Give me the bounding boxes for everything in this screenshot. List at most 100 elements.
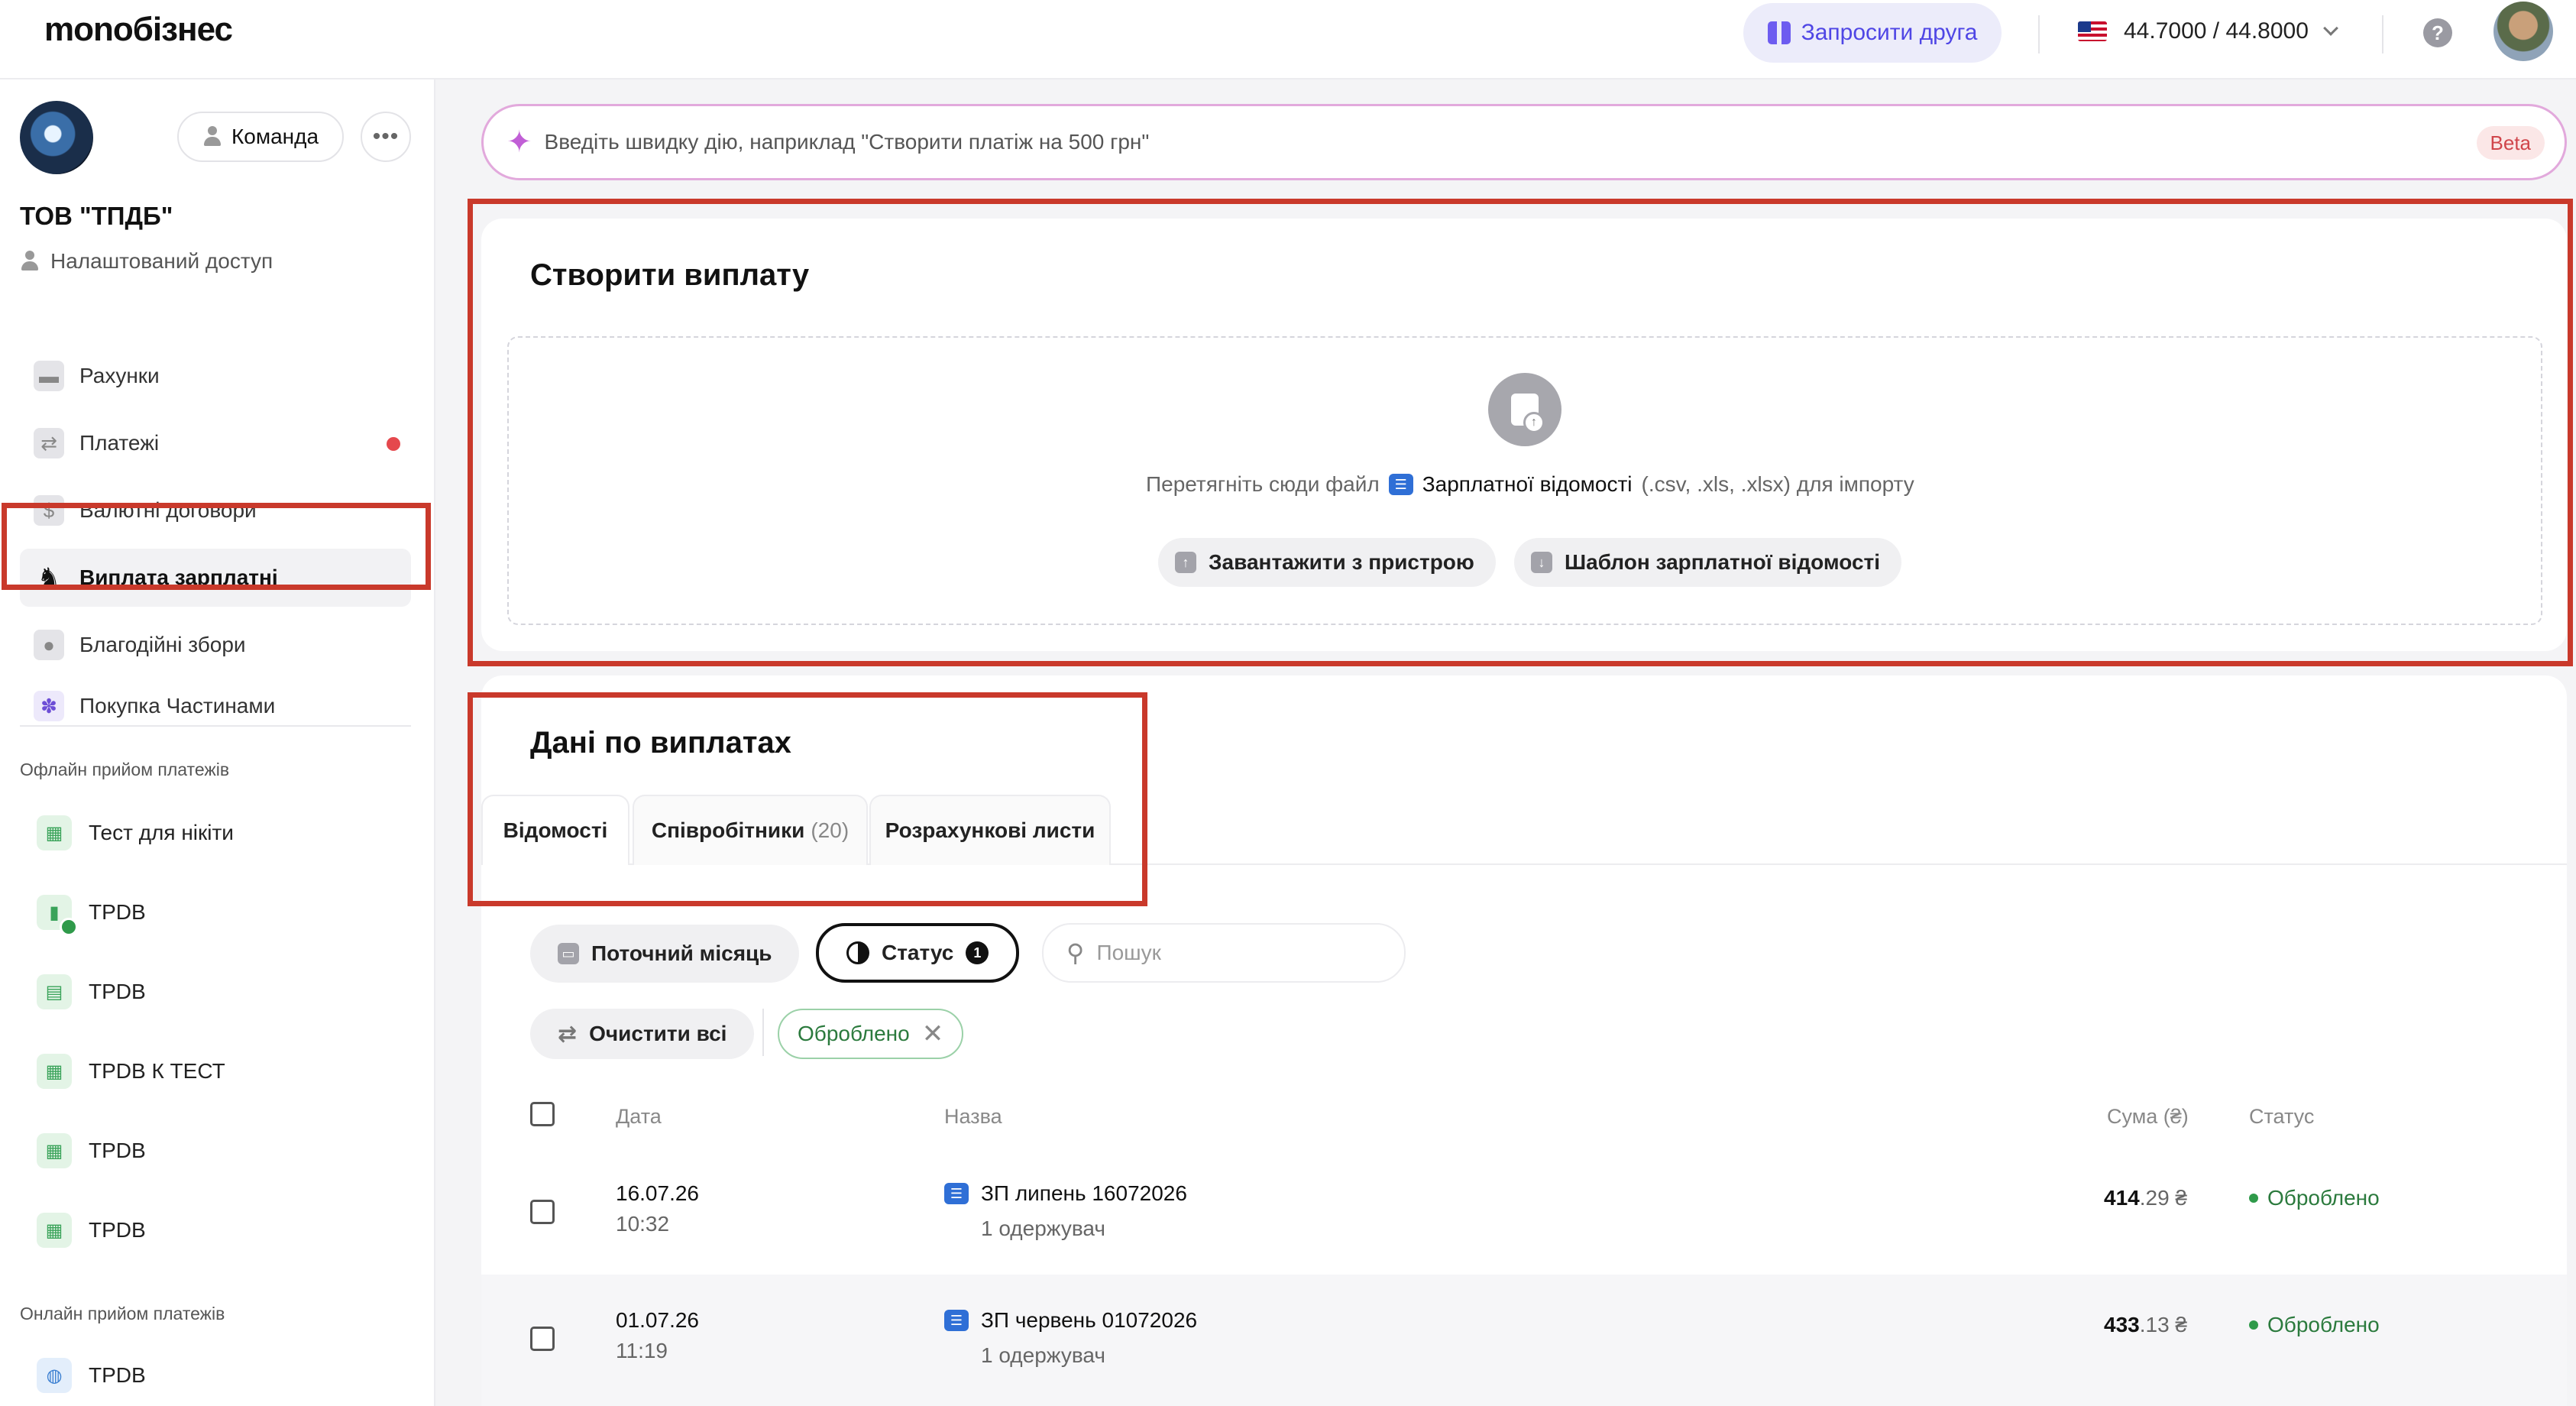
access-settings[interactable]: Налаштований доступ [20, 249, 273, 274]
clear-all-label: Очистити всі [589, 1022, 727, 1045]
divider [762, 1009, 764, 1056]
clear-all-button[interactable]: ⇄ Очистити всі [530, 1009, 755, 1059]
online-item[interactable]: ◍ TPDB [37, 1353, 146, 1398]
terminal-item[interactable]: ▤ TPDB [37, 969, 146, 1015]
sidebar-item-accounts[interactable]: ▬ Рахунки [20, 347, 411, 405]
status-label: Оброблено [2267, 1186, 2380, 1210]
us-flag-icon [2078, 21, 2107, 41]
app-logo[interactable]: monoбізнес [44, 11, 233, 49]
search-input[interactable]: ⚲ Пошук [1042, 923, 1406, 983]
user-avatar[interactable] [2493, 2, 2553, 61]
status-count-badge: 1 [966, 941, 989, 964]
sum-integer: 433 [2104, 1313, 2140, 1336]
terminal-item[interactable]: ▦ TPDB К ТЕСТ [37, 1048, 225, 1094]
sum-fraction: .13 ₴ [2139, 1313, 2187, 1336]
row-recipients: 1 одержувач [981, 1216, 1105, 1240]
org-avatar[interactable] [20, 101, 93, 174]
highlight-payout-data [468, 692, 1147, 906]
team-button[interactable]: Команда [177, 112, 344, 162]
terminal-label: TPDB [89, 900, 146, 924]
current-month-filter[interactable]: ▭ Поточний місяць [530, 925, 800, 983]
terminal-icon: ▮ [37, 895, 78, 936]
terminal-label: TPDB [89, 980, 146, 1003]
sidebar-item-payments[interactable]: ⇄ Платежі [20, 414, 411, 472]
sum-integer: 414 [2104, 1186, 2140, 1210]
row-name[interactable]: ЗП червень 01072026 [981, 1308, 1197, 1333]
chevron-down-icon [2322, 21, 2338, 36]
column-header-name[interactable]: Назва [944, 1105, 1002, 1129]
row-checkbox[interactable] [530, 1327, 555, 1351]
sparkle-icon: ✦ [506, 125, 532, 159]
status-label: Оброблено [2267, 1313, 2380, 1336]
quick-action-placeholder: Введіть швидку дію, наприклад "Створити … [544, 130, 1150, 154]
invite-friend-button[interactable]: Запросити друга [1743, 3, 2002, 63]
chip-label: Оброблено [798, 1022, 910, 1045]
row-time: 11:19 [616, 1339, 668, 1362]
status-dot-icon [2249, 1320, 2258, 1330]
close-icon[interactable]: ✕ [922, 1019, 944, 1049]
select-all-checkbox[interactable] [530, 1102, 555, 1126]
terminal-item[interactable]: ▮ TPDB [37, 889, 146, 936]
sidebar-item-label: Рахунки [79, 364, 160, 387]
column-header-date[interactable]: Дата [616, 1105, 662, 1129]
row-name[interactable]: ЗП липень 16072026 [981, 1181, 1187, 1206]
calendar-icon: ▭ [558, 943, 579, 964]
terminal-item[interactable]: ▦ TPDB [37, 1207, 146, 1253]
list-doc-icon: ☰ [944, 1183, 969, 1204]
row-date: 16.07.26 [616, 1181, 699, 1205]
wallet-icon: ▬ [34, 361, 64, 391]
charity-icon: ● [34, 630, 64, 660]
team-label: Команда [231, 125, 319, 148]
invite-friend-label: Запросити друга [1801, 20, 1978, 45]
sidebar: Команда ••• ТОВ "ТПДБ" Налаштований дост… [0, 79, 435, 1406]
divider [2382, 15, 2383, 53]
row-checkbox[interactable] [530, 1200, 555, 1224]
status-dot-icon [2249, 1194, 2258, 1203]
sidebar-item-label: Благодійні збори [79, 633, 246, 656]
globe-icon: ◍ [37, 1358, 72, 1393]
terminal-label: TPDB [89, 1218, 146, 1242]
search-icon: ⚲ [1066, 939, 1085, 967]
table-row-hover-bg [481, 1275, 2567, 1406]
month-label: Поточний місяць [591, 941, 772, 965]
row-sum: 433.13 ₴ [2104, 1313, 2187, 1337]
refresh-icon: ⇄ [558, 1021, 578, 1047]
qr-icon: ▦ [37, 815, 72, 850]
status-label: Статус [882, 941, 954, 964]
search-placeholder: Пошук [1096, 941, 1161, 964]
transfer-icon: ⇄ [34, 428, 64, 458]
terminal-item[interactable]: ▦ TPDB [37, 1128, 146, 1174]
offline-payments-label: Офлайн прийом платежів [20, 760, 230, 779]
column-header-status[interactable]: Статус [2249, 1105, 2314, 1129]
processed-filter-chip[interactable]: Оброблено ✕ [778, 1009, 964, 1059]
android-badge-icon [60, 918, 78, 936]
terminal-label: TPDB К ТЕСТ [89, 1059, 225, 1083]
notification-dot [387, 437, 400, 451]
row-status: Оброблено [2249, 1186, 2380, 1210]
top-bar: monoбізнес Запросити друга 44.7000 / 44.… [0, 0, 2576, 79]
quick-action-input[interactable]: ✦ Введіть швидку дію, наприклад "Створит… [481, 104, 2567, 180]
terminal-label: Тест для нікіти [89, 821, 234, 844]
qr-icon: ▦ [37, 1133, 72, 1168]
list-doc-icon: ☰ [944, 1310, 969, 1331]
help-icon[interactable]: ? [2423, 18, 2452, 47]
row-sum: 414.29 ₴ [2104, 1186, 2187, 1210]
online-item-label: TPDB [89, 1363, 146, 1387]
sidebar-item-label: Платежі [79, 431, 160, 455]
more-options-button[interactable]: ••• [361, 112, 411, 162]
status-icon [846, 941, 869, 964]
sidebar-item-label: Покупка Частинами [79, 694, 276, 718]
gift-icon [1767, 21, 1791, 44]
qr-icon: ▦ [37, 1213, 72, 1248]
online-payments-label: Онлайн прийом платежів [20, 1304, 225, 1323]
row-status: Оброблено [2249, 1313, 2380, 1337]
beta-badge: Beta [2476, 126, 2545, 160]
status-filter[interactable]: Статус 1 [816, 923, 1020, 983]
exchange-rate-dropdown[interactable]: 44.7000 / 44.8000 [2078, 18, 2338, 44]
access-label: Налаштований доступ [50, 249, 273, 273]
divider [20, 725, 411, 727]
exchange-rate-value: 44.7000 / 44.8000 [2124, 18, 2309, 44]
sidebar-item-charity[interactable]: ● Благодійні збори [20, 616, 411, 674]
column-header-sum[interactable]: Сума (₴) [2107, 1105, 2189, 1129]
terminal-item[interactable]: ▦ Тест для нікіти [37, 810, 234, 856]
